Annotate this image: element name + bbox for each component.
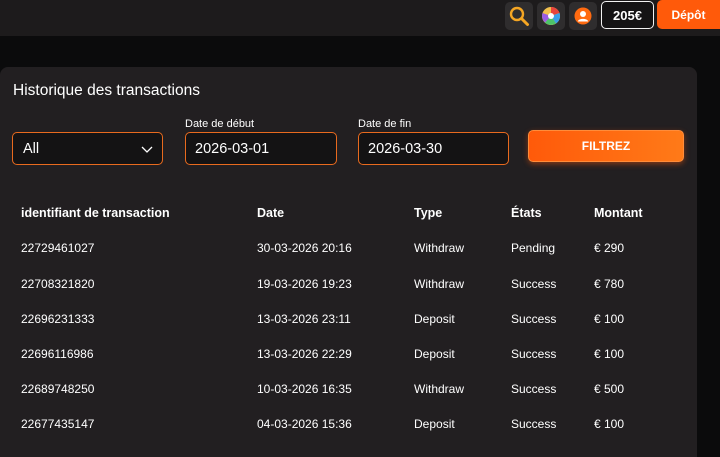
- column-header-type: Type: [414, 206, 443, 220]
- transaction-amount: € 100: [594, 347, 625, 361]
- column-header-status: États: [511, 206, 542, 220]
- transaction-type: Withdraw: [414, 277, 465, 291]
- transaction-id: 22708321820: [21, 277, 95, 291]
- transaction-status: Success: [511, 382, 557, 396]
- transaction-type: Withdraw: [414, 241, 465, 255]
- transaction-id: 22696231333: [21, 312, 95, 326]
- end-date-label: Date de fin: [358, 118, 412, 130]
- deposit-button[interactable]: Dépôt: [657, 0, 720, 29]
- transaction-amount: € 780: [594, 277, 625, 291]
- search-button[interactable]: [505, 2, 533, 30]
- transaction-status: Pending: [511, 241, 556, 255]
- transaction-status: Success: [511, 312, 557, 326]
- transaction-date: 04-03-2026 15:36: [257, 417, 352, 431]
- transaction-amount: € 290: [594, 241, 625, 255]
- transaction-id: 22677435147: [21, 417, 95, 431]
- profile-button[interactable]: [569, 2, 597, 30]
- transaction-amount: € 100: [594, 417, 625, 431]
- transaction-amount: € 100: [594, 312, 625, 326]
- filter-button[interactable]: FILTREZ: [528, 130, 684, 162]
- transaction-type: Deposit: [414, 347, 455, 361]
- search-icon: [509, 6, 529, 26]
- transaction-status: Success: [511, 417, 557, 431]
- transaction-amount: € 500: [594, 382, 625, 396]
- transaction-date: 13-03-2026 22:29: [257, 347, 352, 361]
- column-header-amount: Montant: [594, 206, 643, 220]
- transaction-status: Success: [511, 277, 557, 291]
- user-icon: [574, 7, 592, 25]
- start-date-input[interactable]: 2026-03-01: [185, 132, 337, 165]
- transaction-date: 10-03-2026 16:35: [257, 382, 352, 396]
- column-header-date: Date: [257, 206, 285, 220]
- wheel-button[interactable]: [537, 2, 565, 30]
- top-bar: 205€ Dépôt: [0, 0, 720, 36]
- status-select[interactable]: All: [12, 132, 163, 165]
- transactions-panel: [0, 67, 697, 457]
- column-header-id: identifiant de transaction: [21, 206, 170, 220]
- chevron-down-icon: [141, 146, 153, 153]
- transaction-id: 22696116986: [21, 347, 94, 361]
- transaction-date: 30-03-2026 20:16: [257, 241, 352, 255]
- transaction-id: 22689748250: [21, 382, 95, 396]
- balance-display[interactable]: 205€: [601, 1, 654, 29]
- transaction-type: Withdraw: [414, 382, 465, 396]
- transaction-date: 19-03-2026 19:23: [257, 277, 352, 291]
- wheel-icon: [542, 6, 561, 25]
- transaction-type: Deposit: [414, 312, 455, 326]
- start-date-label: Date de début: [185, 118, 255, 130]
- transaction-status: Success: [511, 347, 557, 361]
- transaction-date: 13-03-2026 23:11: [257, 312, 351, 326]
- end-date-input[interactable]: 2026-03-30: [358, 132, 509, 165]
- status-select-value: All: [23, 140, 40, 157]
- transaction-id: 22729461027: [21, 241, 95, 255]
- page-title: Historique des transactions: [13, 82, 200, 99]
- transaction-type: Deposit: [414, 417, 455, 431]
